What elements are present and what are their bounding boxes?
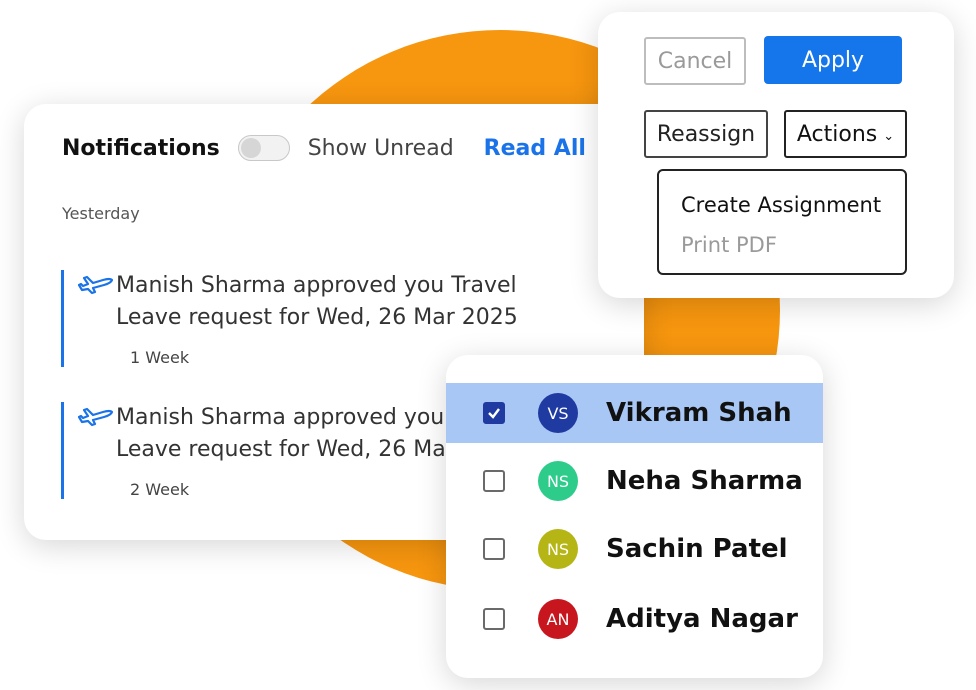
user-row[interactable]: NS Sachin Patel [446,519,823,579]
chevron-down-icon: ⌄ [883,128,895,144]
notifications-header: Notifications Show Unread Read All [62,132,586,164]
user-row[interactable]: NS Neha Sharma [446,451,823,511]
user-checkbox[interactable] [483,608,505,630]
actions-menu: Create Assignment Print PDF [657,169,907,275]
user-row[interactable]: AN Aditya Nagar [446,589,823,649]
notification-message: Manish Sharma approved you Travel Leave … [116,273,518,330]
airplane-icon [78,275,114,295]
avatar: NS [538,529,578,569]
user-checkbox[interactable] [483,402,505,424]
section-label-yesterday: Yesterday [62,204,140,223]
show-unread-label: Show Unread [307,135,454,161]
show-unread-toggle[interactable] [237,135,290,161]
airplane-icon [78,407,114,427]
menu-item-create-assignment[interactable]: Create Assignment [681,193,881,217]
user-name: Neha Sharma [606,466,803,496]
toggle-knob [240,138,261,158]
user-name: Vikram Shah [606,398,792,428]
avatar: VS [538,393,578,433]
user-select-list: VS Vikram Shah NS Neha Sharma NS Sachin … [446,355,823,678]
cancel-button[interactable]: Cancel [644,37,746,85]
notifications-title: Notifications [62,135,220,161]
menu-item-print-pdf[interactable]: Print PDF [681,233,777,257]
reassign-button[interactable]: Reassign [644,110,768,158]
apply-button[interactable]: Apply [764,36,902,84]
notification-item[interactable]: Manish Sharma approved you Travel Leave … [61,270,638,367]
read-all-link[interactable]: Read All [484,136,586,161]
user-row[interactable]: VS Vikram Shah [446,383,823,443]
check-icon [488,408,500,419]
user-checkbox[interactable] [483,538,505,560]
avatar: AN [538,599,578,639]
user-name: Sachin Patel [606,534,788,564]
actions-dropdown-label: Actions [796,121,878,147]
user-checkbox[interactable] [483,470,505,492]
actions-panel: Cancel Apply Reassign Actions ⌄ Create A… [598,12,954,298]
user-name: Aditya Nagar [606,604,798,634]
avatar: NS [538,461,578,501]
actions-dropdown-button[interactable]: Actions ⌄ [784,110,907,158]
